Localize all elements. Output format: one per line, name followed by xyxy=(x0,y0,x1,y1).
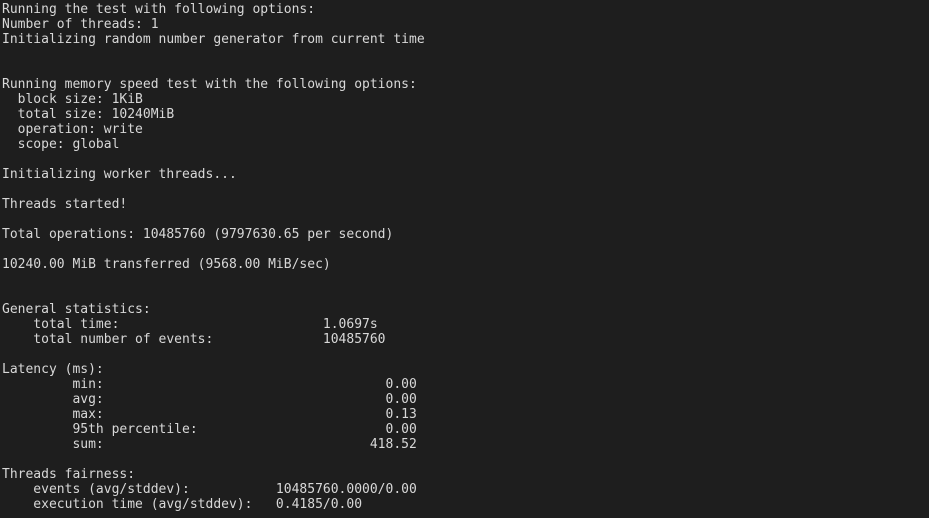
terminal-line: Threads fairness: xyxy=(2,467,136,482)
terminal-line: Number of threads: 1 xyxy=(2,17,159,32)
terminal-line: total time: 1.0697s xyxy=(2,317,378,332)
terminal-line: Running memory speed test with the follo… xyxy=(2,77,417,92)
terminal-line: scope: global xyxy=(2,137,120,152)
terminal-line: operation: write xyxy=(2,122,143,137)
terminal-line: block size: 1KiB xyxy=(2,92,143,107)
terminal-line: Initializing worker threads... xyxy=(2,167,237,182)
terminal-line: min: 0.00 xyxy=(2,377,417,392)
terminal-line: Latency (ms): xyxy=(2,362,104,377)
terminal-line: Running the test with following options: xyxy=(2,2,316,17)
terminal-line: execution time (avg/stddev): 0.4185/0.00 xyxy=(2,497,363,512)
terminal-line: General statistics: xyxy=(2,302,151,317)
terminal-line: events (avg/stddev): 10485760.0000/0.00 xyxy=(2,482,417,497)
terminal-window[interactable]: Running the test with following options:… xyxy=(0,0,929,518)
terminal-line: sum: 418.52 xyxy=(2,437,417,452)
terminal-line: 10240.00 MiB transferred (9568.00 MiB/se… xyxy=(2,257,331,272)
terminal-line: Total operations: 10485760 (9797630.65 p… xyxy=(2,227,394,242)
terminal-line: Initializing random number generator fro… xyxy=(2,32,425,47)
terminal-line: Threads started! xyxy=(2,197,128,212)
terminal-line: 95th percentile: 0.00 xyxy=(2,422,417,437)
terminal-line: max: 0.13 xyxy=(2,407,417,422)
terminal-line: total size: 10240MiB xyxy=(2,107,175,122)
terminal-line: avg: 0.00 xyxy=(2,392,417,407)
terminal-line: total number of events: 10485760 xyxy=(2,332,386,347)
